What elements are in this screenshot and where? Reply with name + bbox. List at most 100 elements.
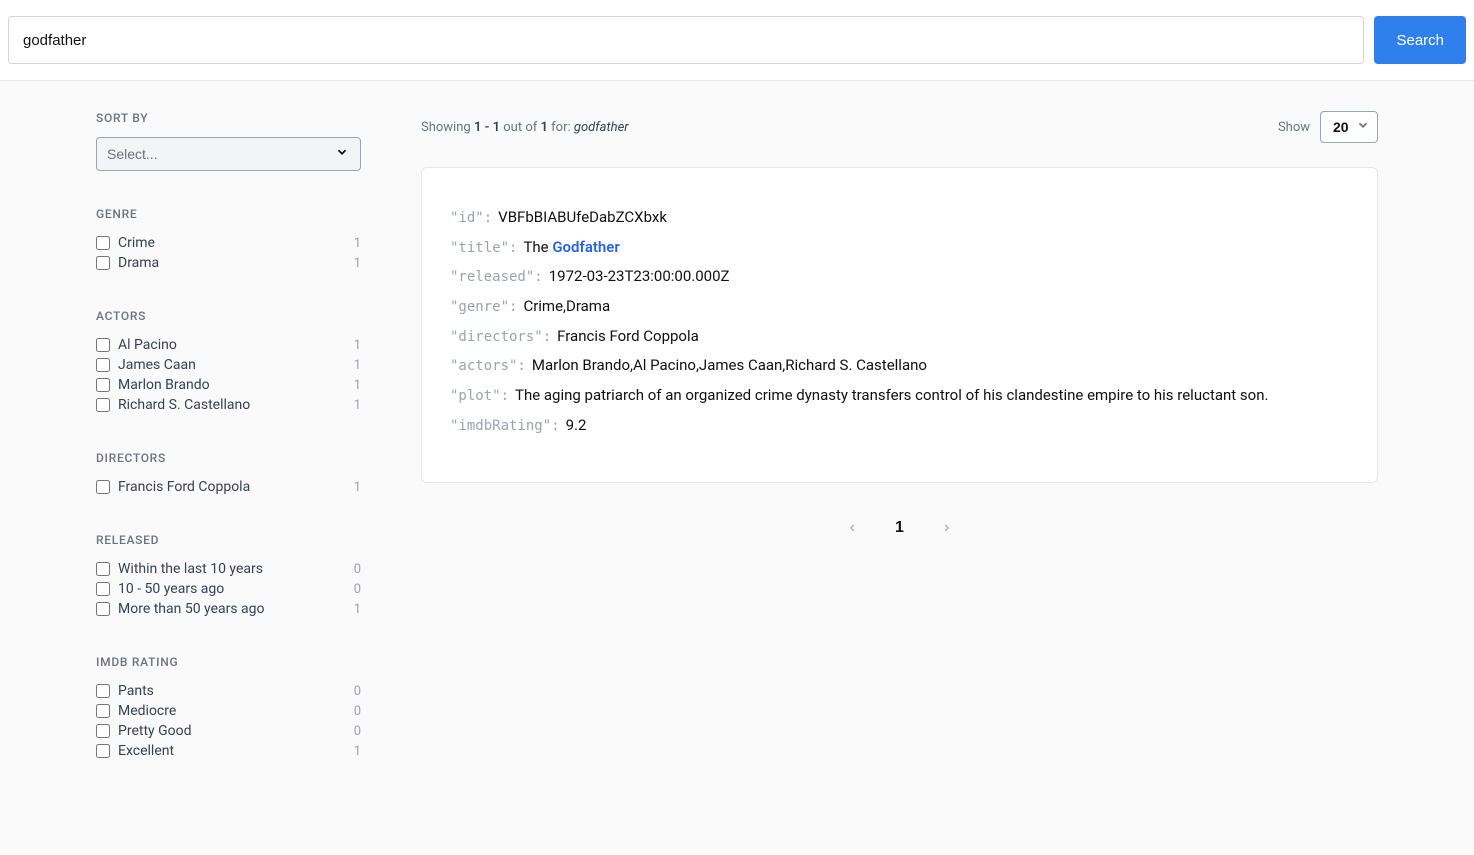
facet-checkbox[interactable]: [96, 378, 110, 392]
facet-count: 0: [354, 724, 361, 739]
facet-checkbox[interactable]: [96, 480, 110, 494]
hit-field: "genre":Crime,Drama: [450, 295, 1349, 319]
facet-item[interactable]: Mediocre0: [96, 701, 361, 721]
results-panel: Showing 1 - 1 out of 1 for: godfather Sh…: [421, 111, 1378, 824]
hit-field-value: Marlon Brando,Al Pacino,James Caan,Richa…: [532, 356, 927, 374]
facet-item[interactable]: Pants0: [96, 681, 361, 701]
facet-label: Excellent: [118, 743, 354, 759]
facet-checkbox[interactable]: [96, 704, 110, 718]
facet-label: Pretty Good: [118, 723, 354, 739]
hit-field: "actors": Marlon Brando,Al Pacino,James C…: [450, 354, 1349, 378]
facet-checkbox[interactable]: [96, 684, 110, 698]
facet-label: More than 50 years ago: [118, 601, 354, 617]
next-page-button[interactable]: ›: [934, 513, 959, 543]
facet-label: Marlon Brando: [118, 377, 354, 393]
hit-field-value: 9.2: [566, 416, 587, 434]
facet-checkbox[interactable]: [96, 256, 110, 270]
hit-field-value: VBFbBIABUfeDabZCXbxk: [498, 208, 667, 226]
search-button[interactable]: Search: [1374, 16, 1466, 64]
sort-group: SORT BY Select...: [96, 111, 361, 171]
result-hit: "id": VBFbBIABUfeDabZCXbxk "title": The God…: [421, 167, 1378, 483]
hit-field-value: The aging patriarch of an organized crim…: [515, 386, 1268, 404]
facet-group: IMDB RATINGPants0Mediocre0Pretty Good0Ex…: [96, 655, 361, 761]
facet-checkbox[interactable]: [96, 602, 110, 616]
facet-item[interactable]: More than 50 years ago1: [96, 599, 361, 619]
facet-title: DIRECTORS: [96, 451, 361, 465]
facet-label: Drama: [118, 255, 354, 271]
facet-label: 10 - 50 years ago: [118, 581, 354, 597]
facet-item[interactable]: Excellent1: [96, 741, 361, 761]
hit-field-key: "actors":: [450, 358, 526, 374]
facet-label: Richard S. Castellano: [118, 397, 354, 413]
show-label: Show: [1278, 120, 1310, 135]
facet-item[interactable]: Within the last 10 years0: [96, 559, 361, 579]
facet-group: GENRECrime1Drama1: [96, 207, 361, 273]
hit-field-key: "imdbRating":: [450, 418, 560, 434]
pagination: ‹ 1 ›: [421, 513, 1378, 543]
hit-field: "title": The Godfather: [450, 236, 1349, 260]
facet-title: IMDB RATING: [96, 655, 361, 669]
facet-label: Francis Ford Coppola: [118, 479, 354, 495]
facet-count: 0: [354, 582, 361, 597]
prev-page-button[interactable]: ‹: [840, 513, 865, 543]
facet-label: Mediocre: [118, 703, 354, 719]
facet-checkbox[interactable]: [96, 236, 110, 250]
facet-checkbox[interactable]: [96, 338, 110, 352]
hit-field-value: The Godfather: [523, 238, 619, 256]
hit-field: "released": 1972-03-23T23:00:00.000Z: [450, 265, 1349, 289]
facet-count: 0: [354, 562, 361, 577]
facet-count: 1: [354, 256, 361, 271]
hit-field-key: "id":: [450, 210, 492, 226]
facet-count: 1: [354, 236, 361, 251]
facet-item[interactable]: Al Pacino1: [96, 335, 361, 355]
facet-count: 1: [354, 358, 361, 373]
facet-count: 1: [354, 480, 361, 495]
facet-label: Within the last 10 years: [118, 561, 354, 577]
results-header: Showing 1 - 1 out of 1 for: godfather Sh…: [421, 111, 1378, 143]
facet-label: Crime: [118, 235, 354, 251]
facet-item[interactable]: Francis Ford Coppola1: [96, 477, 361, 497]
facet-item[interactable]: Marlon Brando1: [96, 375, 361, 395]
facet-label: James Caan: [118, 357, 354, 373]
facet-group: DIRECTORS Francis Ford Coppola1: [96, 451, 361, 497]
page-1-button[interactable]: 1: [885, 513, 914, 543]
sort-title: SORT BY: [96, 111, 361, 125]
facet-checkbox[interactable]: [96, 724, 110, 738]
facet-item[interactable]: Richard S. Castellano1: [96, 395, 361, 415]
facet-item[interactable]: James Caan1: [96, 355, 361, 375]
facet-group: ACTORSAl Pacino1James Caan1Marlon Brando…: [96, 309, 361, 415]
facet-label: Al Pacino: [118, 337, 354, 353]
facet-title: GENRE: [96, 207, 361, 221]
hit-field: "id": VBFbBIABUfeDabZCXbxk: [450, 206, 1349, 230]
hit-field-key: "plot":: [450, 388, 509, 404]
sidebar: SORT BY Select... GENRECrime1Drama1ACTOR…: [96, 111, 361, 824]
facet-checkbox[interactable]: [96, 562, 110, 576]
search-bar: Search: [0, 0, 1474, 81]
hit-field-value: 1972-03-23T23:00:00.000Z: [549, 267, 730, 285]
facet-count: 1: [354, 744, 361, 759]
facet-count: 1: [354, 602, 361, 617]
search-input[interactable]: [8, 16, 1364, 64]
facet-checkbox[interactable]: [96, 398, 110, 412]
facet-checkbox[interactable]: [96, 358, 110, 372]
hit-field-key: "directors":: [450, 329, 551, 345]
facet-count: 1: [354, 378, 361, 393]
sort-select-wrap: Select...: [96, 137, 361, 171]
main-content: SORT BY Select... GENRECrime1Drama1ACTOR…: [0, 81, 1474, 854]
hit-field-key: "released":: [450, 269, 543, 285]
facet-item[interactable]: Pretty Good0: [96, 721, 361, 741]
facet-checkbox[interactable]: [96, 582, 110, 596]
hit-field-key: "title":: [450, 240, 517, 256]
facet-count: 0: [354, 684, 361, 699]
facet-item[interactable]: Drama1: [96, 253, 361, 273]
sort-select[interactable]: Select...: [96, 137, 361, 171]
page-size-control: Show 20: [1278, 111, 1378, 143]
hit-field-value: Francis Ford Coppola: [557, 327, 699, 345]
hit-field-value: Crime,Drama: [523, 297, 610, 315]
facet-title: RELEASED: [96, 533, 361, 547]
facet-item[interactable]: Crime1: [96, 233, 361, 253]
facet-checkbox[interactable]: [96, 744, 110, 758]
page-size-select[interactable]: 20: [1320, 111, 1378, 143]
facet-item[interactable]: 10 - 50 years ago0: [96, 579, 361, 599]
hit-field: "directors": Francis Ford Coppola: [450, 325, 1349, 349]
